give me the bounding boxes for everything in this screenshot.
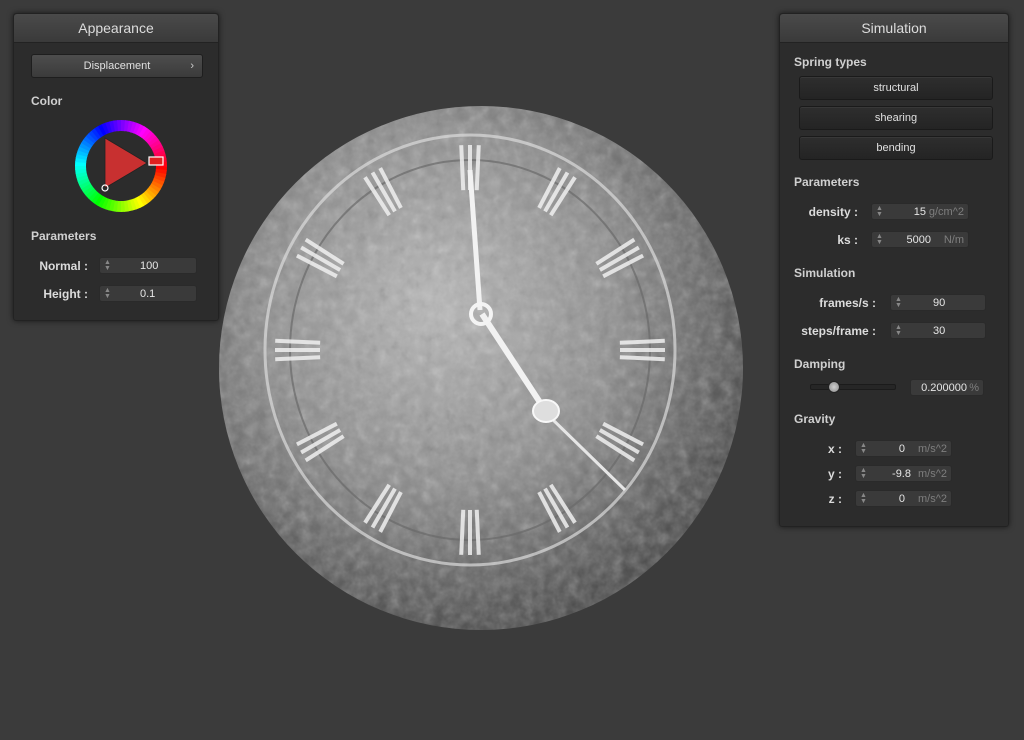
appearance-parameters-label: Parameters [31, 229, 97, 243]
spin-icon: ▲ ▼ [860, 442, 867, 455]
steps-value: 30 [933, 325, 946, 337]
density-field[interactable]: ▲ ▼ 15 g/cm^2 [871, 203, 969, 220]
structural-button[interactable]: structural [799, 76, 993, 100]
height-label: Height : [43, 287, 88, 301]
frames-field[interactable]: ▲ ▼ 90 [890, 294, 986, 311]
simulation-panel: Simulation Spring types structural shear… [779, 13, 1009, 527]
normal-field[interactable]: ▲ ▼ 100 [99, 257, 197, 274]
gravity-label: Gravity [794, 412, 836, 426]
height-value: 0.1 [140, 288, 156, 300]
gravity-x-unit: m/s^2 [918, 443, 947, 455]
spin-icon: ▲ ▼ [104, 259, 111, 272]
spin-icon: ▲ ▼ [860, 492, 867, 505]
gravity-y-label: y : [827, 467, 842, 481]
damping-unit: % [969, 382, 979, 394]
color-triangle [105, 138, 147, 188]
shader-select-label: Displacement [83, 60, 151, 72]
normal-value: 100 [140, 260, 159, 272]
gravity-z-field[interactable]: ▲ ▼ 0 m/s^2 [855, 490, 952, 507]
spin-icon: ▲ ▼ [895, 324, 902, 337]
gravity-z-value: 0 [898, 493, 905, 505]
ks-unit: N/m [943, 234, 964, 246]
spin-icon: ▲ ▼ [876, 233, 883, 246]
spin-icon: ▲ ▼ [104, 287, 111, 300]
color-section-label: Color [31, 94, 63, 108]
ks-value: 5000 [906, 234, 931, 246]
gravity-x-value: 0 [898, 443, 905, 455]
appearance-panel: Appearance Displacement › Color Paramete… [13, 13, 219, 321]
frames-value: 90 [933, 297, 946, 309]
damping-slider[interactable] [810, 384, 896, 390]
density-label: density : [808, 205, 858, 219]
density-unit: g/cm^2 [928, 206, 964, 218]
hue-handle [148, 156, 164, 166]
ks-label: ks : [837, 233, 858, 247]
damping-slider-knob[interactable] [827, 381, 840, 393]
spin-icon: ▲ ▼ [895, 296, 902, 309]
gravity-y-field[interactable]: ▲ ▼ -9.8 m/s^2 [855, 465, 952, 482]
spin-icon: ▲ ▼ [876, 205, 883, 218]
density-value: 15 [913, 206, 926, 218]
color-wheel[interactable] [71, 116, 171, 216]
normal-label: Normal : [39, 259, 88, 273]
damping-value: 0.200000 [921, 382, 967, 394]
steps-field[interactable]: ▲ ▼ 30 [890, 322, 986, 339]
damping-label: Damping [794, 357, 846, 371]
gravity-x-field[interactable]: ▲ ▼ 0 m/s^2 [855, 440, 952, 457]
gravity-y-value: -9.8 [892, 468, 911, 480]
gravity-z-unit: m/s^2 [918, 493, 947, 505]
simulation-title: Simulation [780, 14, 1008, 43]
ks-field[interactable]: ▲ ▼ 5000 N/m [871, 231, 969, 248]
height-field[interactable]: ▲ ▼ 0.1 [99, 285, 197, 302]
shader-select-button[interactable]: Displacement › [31, 54, 203, 78]
frames-label: frames/s : [819, 296, 876, 310]
gravity-y-unit: m/s^2 [918, 468, 947, 480]
gravity-x-label: x : [827, 442, 842, 456]
appearance-title: Appearance [14, 14, 218, 43]
gravity-z-label: z : [828, 492, 842, 506]
spring-types-label: Spring types [794, 55, 867, 69]
damping-field[interactable]: 0.200000 % [910, 379, 984, 396]
spin-icon: ▲ ▼ [860, 467, 867, 480]
steps-label: steps/frame : [801, 324, 876, 338]
bending-button[interactable]: bending [799, 136, 993, 160]
chevron-right-icon: › [190, 60, 194, 72]
sim-parameters-label: Parameters [794, 175, 860, 189]
shearing-button[interactable]: shearing [799, 106, 993, 130]
simulation-section-label: Simulation [794, 266, 856, 280]
